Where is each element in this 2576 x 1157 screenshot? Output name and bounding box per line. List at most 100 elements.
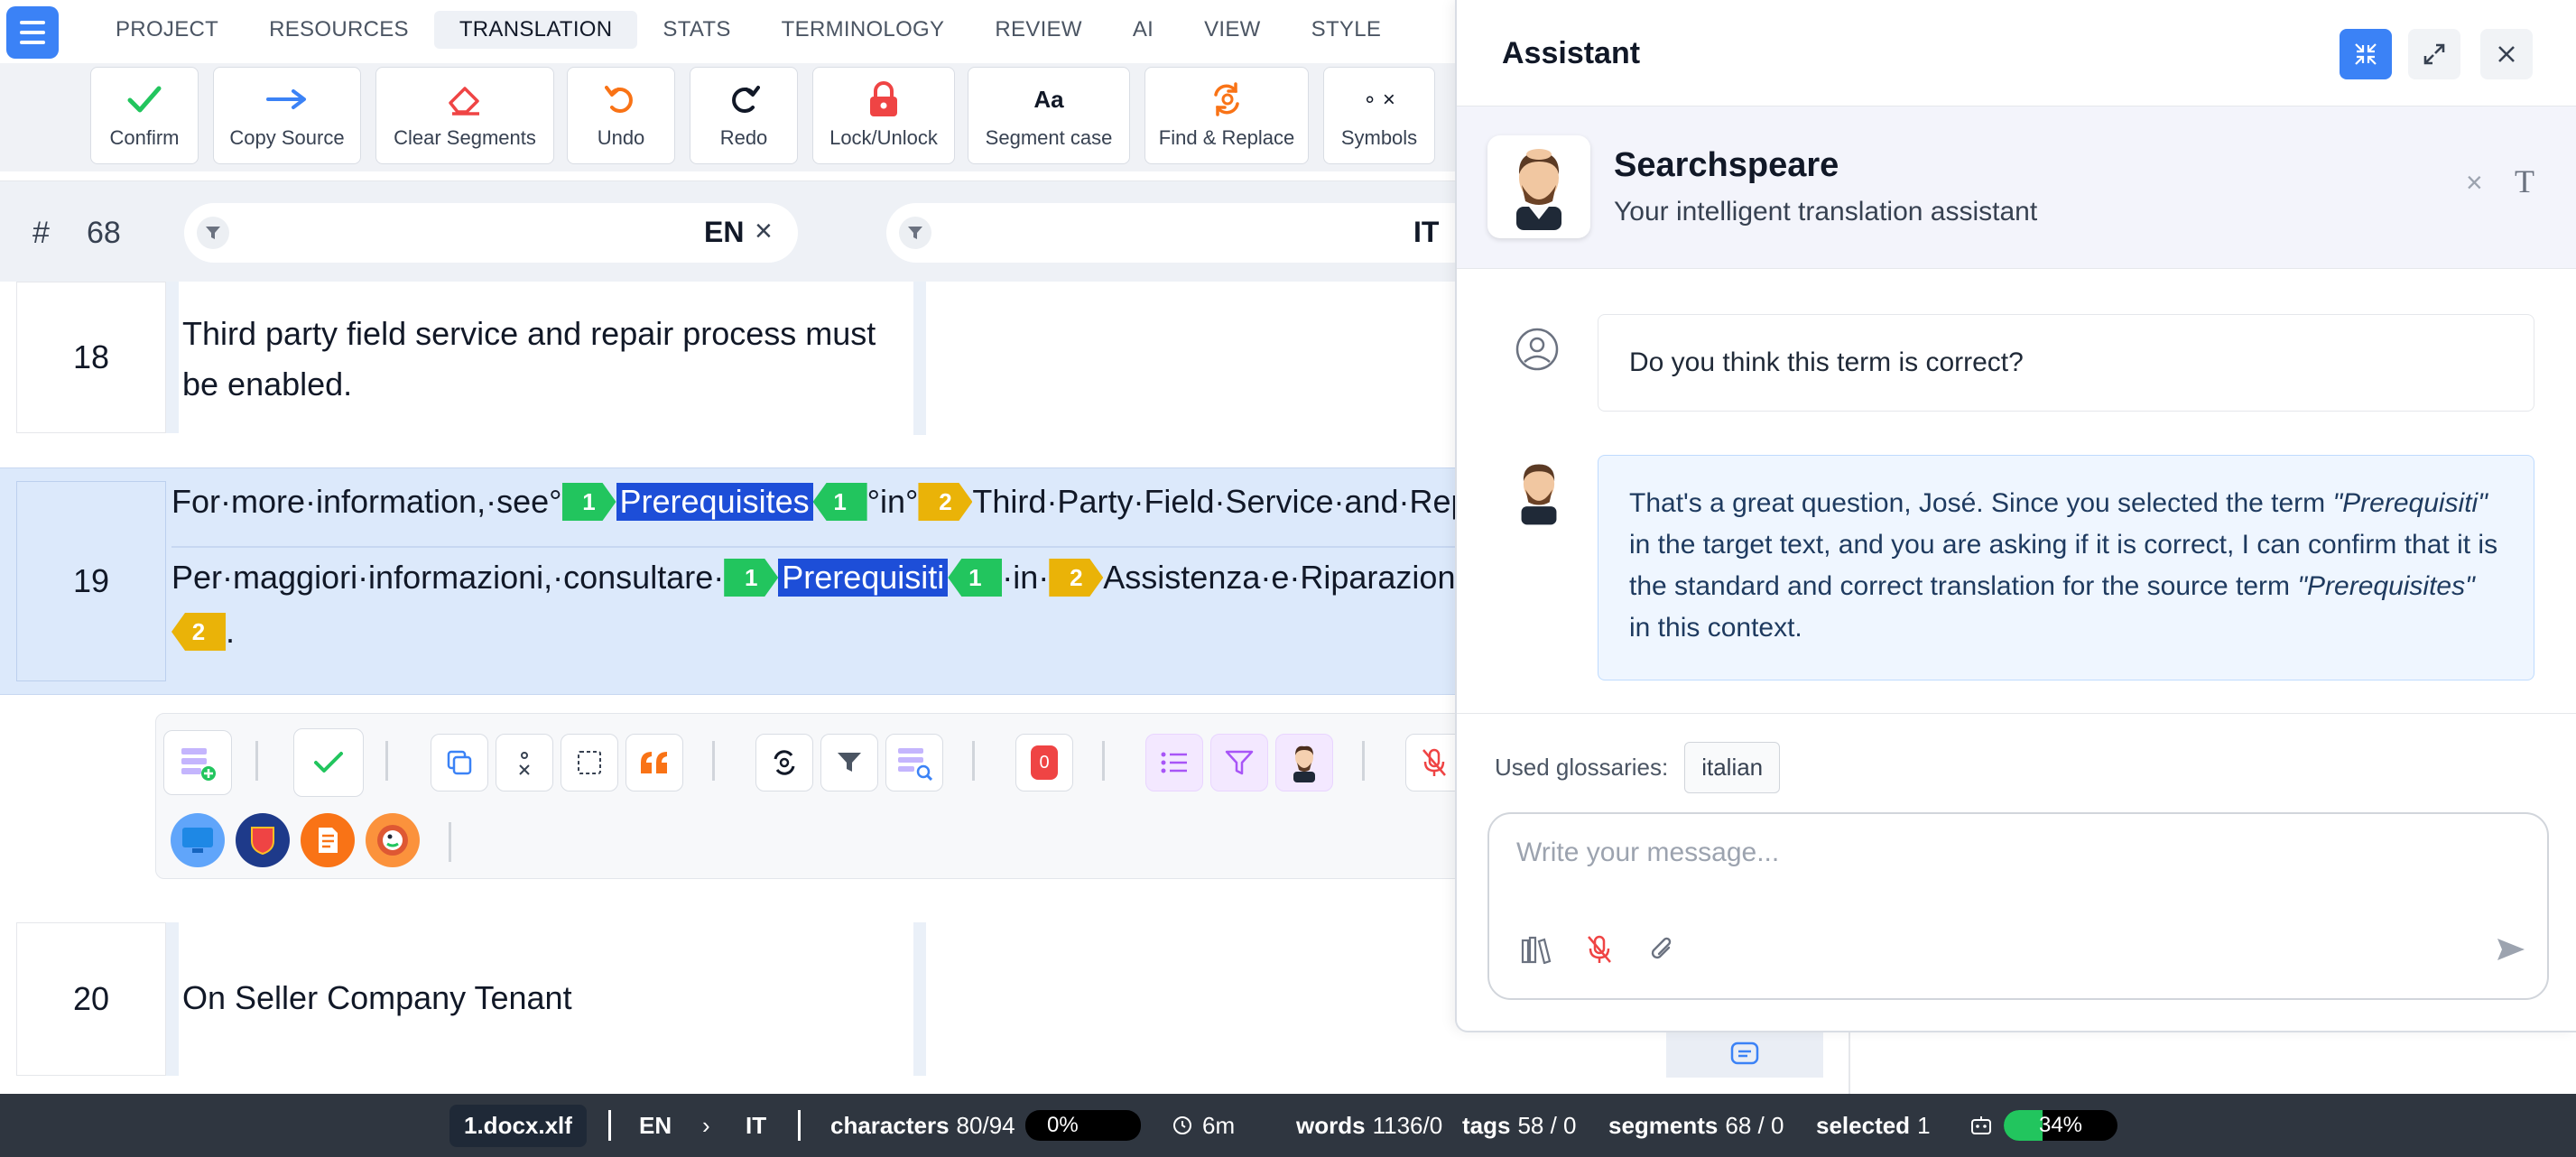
tab-project[interactable]: PROJECT bbox=[90, 11, 244, 49]
duckduckgo-icon[interactable] bbox=[366, 813, 420, 867]
glossary-chip[interactable]: italian bbox=[1684, 742, 1781, 793]
case-icon: Aa bbox=[1033, 85, 1064, 113]
source-lang-status: EN bbox=[639, 1111, 672, 1139]
tag-open-1[interactable]: 1 bbox=[724, 559, 779, 597]
tab-review[interactable]: REVIEW bbox=[969, 11, 1107, 49]
assistant-avatar-icon[interactable] bbox=[1275, 734, 1333, 791]
list-icon[interactable] bbox=[1145, 734, 1203, 791]
message-input[interactable] bbox=[1516, 838, 2509, 868]
monitor-app-icon[interactable] bbox=[171, 813, 225, 867]
message-composer bbox=[1487, 812, 2549, 1000]
library-icon[interactable] bbox=[1518, 931, 1554, 967]
confirm-button[interactable]: Confirm bbox=[90, 67, 199, 164]
send-icon[interactable] bbox=[2493, 931, 2529, 967]
glossaries-row: Used glossaries: italian bbox=[1495, 742, 1781, 793]
symbols-button[interactable]: ∘ × Symbols bbox=[1323, 67, 1435, 164]
copy-source-button[interactable]: Copy Source bbox=[213, 67, 361, 164]
separator bbox=[449, 822, 451, 862]
bot-message-avatar bbox=[1507, 455, 1571, 527]
mic-off-icon[interactable] bbox=[1581, 931, 1617, 967]
lock-icon bbox=[867, 81, 900, 117]
characters-stat: characters 80/94 bbox=[830, 1111, 1015, 1139]
search-segments-icon[interactable] bbox=[885, 734, 943, 791]
funnel-icon[interactable] bbox=[1210, 734, 1268, 791]
file-name[interactable]: 1.docx.xlf bbox=[449, 1104, 587, 1147]
tag-open-1[interactable]: 1 bbox=[561, 483, 616, 521]
source-text[interactable]: Third party field service and repair pro… bbox=[182, 309, 895, 410]
selected-stat: selected 1 bbox=[1816, 1111, 1931, 1139]
segments-stat: segments 68 / 0 bbox=[1608, 1111, 1784, 1139]
tag-close-2[interactable]: 2 bbox=[171, 613, 226, 651]
quote-icon[interactable] bbox=[625, 734, 683, 791]
attach-icon[interactable] bbox=[1645, 931, 1681, 967]
selected-target-term[interactable]: Prerequisiti bbox=[778, 559, 949, 597]
arrow-right-icon bbox=[266, 81, 308, 117]
redo-button[interactable]: Redo bbox=[690, 67, 798, 164]
term-source: "Prerequisites" bbox=[2297, 571, 2475, 601]
tab-style[interactable]: STYLE bbox=[1286, 11, 1407, 49]
counter-badge-icon[interactable]: 0 bbox=[1015, 734, 1073, 791]
selected-segment-row[interactable]: 19 For·more·information,·see° 1 Prerequi… bbox=[0, 467, 1495, 695]
filter-icon[interactable] bbox=[197, 217, 229, 249]
confirm-check-icon[interactable] bbox=[293, 728, 364, 797]
target-text-continued[interactable]: 2 . bbox=[171, 613, 235, 651]
glossaries-label: Used glossaries: bbox=[1495, 754, 1669, 781]
find-replace-button[interactable]: Find & Replace bbox=[1144, 67, 1309, 164]
source-text[interactable]: For·more·information,·see° 1 Prerequisit… bbox=[171, 483, 1495, 521]
lock-unlock-button[interactable]: Lock/Unlock bbox=[812, 67, 955, 164]
tag-open-2[interactable]: 2 bbox=[1049, 559, 1104, 597]
tag-close-1[interactable]: 1 bbox=[948, 559, 1003, 597]
segment-gutter bbox=[166, 922, 179, 1076]
filter-icon[interactable] bbox=[899, 217, 931, 249]
segment-case-button[interactable]: Aa Segment case bbox=[968, 67, 1130, 164]
progress-pill: 0% bbox=[1025, 1110, 1141, 1141]
tab-translation[interactable]: TRANSLATION bbox=[433, 11, 638, 49]
tab-stats[interactable]: STATS bbox=[637, 11, 755, 49]
segment-number[interactable]: 18 bbox=[16, 282, 166, 433]
hamburger-menu-icon[interactable] bbox=[6, 6, 59, 59]
tab-terminology[interactable]: TERMINOLOGY bbox=[756, 11, 970, 49]
undo-button[interactable]: Undo bbox=[567, 67, 675, 164]
undo-icon bbox=[605, 81, 637, 117]
separator bbox=[798, 1110, 801, 1141]
check-icon bbox=[126, 81, 162, 117]
clear-segments-button[interactable]: Clear Segments bbox=[375, 67, 554, 164]
filter-icon[interactable] bbox=[820, 734, 878, 791]
selected-source-term[interactable]: Prerequisites bbox=[616, 483, 813, 521]
tab-resources[interactable]: RESOURCES bbox=[244, 11, 434, 49]
tab-ai[interactable]: AI bbox=[1107, 11, 1179, 49]
font-size-icon[interactable]: T bbox=[2515, 162, 2534, 200]
symbols-icon[interactable] bbox=[496, 734, 553, 791]
university-crest-icon[interactable] bbox=[236, 813, 290, 867]
find-replace-icon bbox=[1209, 81, 1245, 117]
target-gutter bbox=[913, 922, 926, 1076]
add-segment-icon[interactable] bbox=[163, 730, 232, 795]
expand-icon[interactable] bbox=[2408, 29, 2460, 79]
source-text[interactable]: On Seller Company Tenant bbox=[182, 973, 895, 1023]
close-icon[interactable] bbox=[2480, 29, 2533, 79]
eraser-icon bbox=[447, 81, 483, 117]
segment-number[interactable]: 19 bbox=[16, 481, 166, 681]
copy-icon[interactable] bbox=[431, 734, 488, 791]
select-area-icon[interactable] bbox=[561, 734, 618, 791]
compress-icon[interactable] bbox=[2340, 29, 2392, 79]
dismiss-card-icon[interactable]: × bbox=[2466, 166, 2483, 199]
tab-view[interactable]: VIEW bbox=[1179, 11, 1286, 49]
source-filter-box[interactable]: EN × bbox=[184, 203, 798, 263]
separator bbox=[712, 741, 715, 781]
target-filter-box[interactable]: IT bbox=[886, 203, 1482, 263]
redo-icon bbox=[727, 81, 760, 117]
tag-open-2[interactable]: 2 bbox=[918, 483, 973, 521]
comment-button[interactable] bbox=[1666, 1031, 1823, 1078]
robot-icon bbox=[1969, 1094, 1993, 1157]
segment-number[interactable]: 20 bbox=[16, 922, 166, 1076]
find-replace-icon[interactable] bbox=[755, 734, 813, 791]
clear-filter-icon[interactable]: × bbox=[755, 214, 773, 249]
assistant-header: Assistant bbox=[1457, 0, 2576, 106]
document-app-icon[interactable] bbox=[301, 813, 355, 867]
target-text[interactable]: Per·maggiori·informazioni,·consultare· 1… bbox=[171, 559, 1473, 597]
clock-icon bbox=[1173, 1116, 1191, 1134]
divider bbox=[1457, 713, 2576, 714]
tag-close-1[interactable]: 1 bbox=[812, 483, 867, 521]
assistant-title: Assistant bbox=[1502, 36, 1641, 70]
